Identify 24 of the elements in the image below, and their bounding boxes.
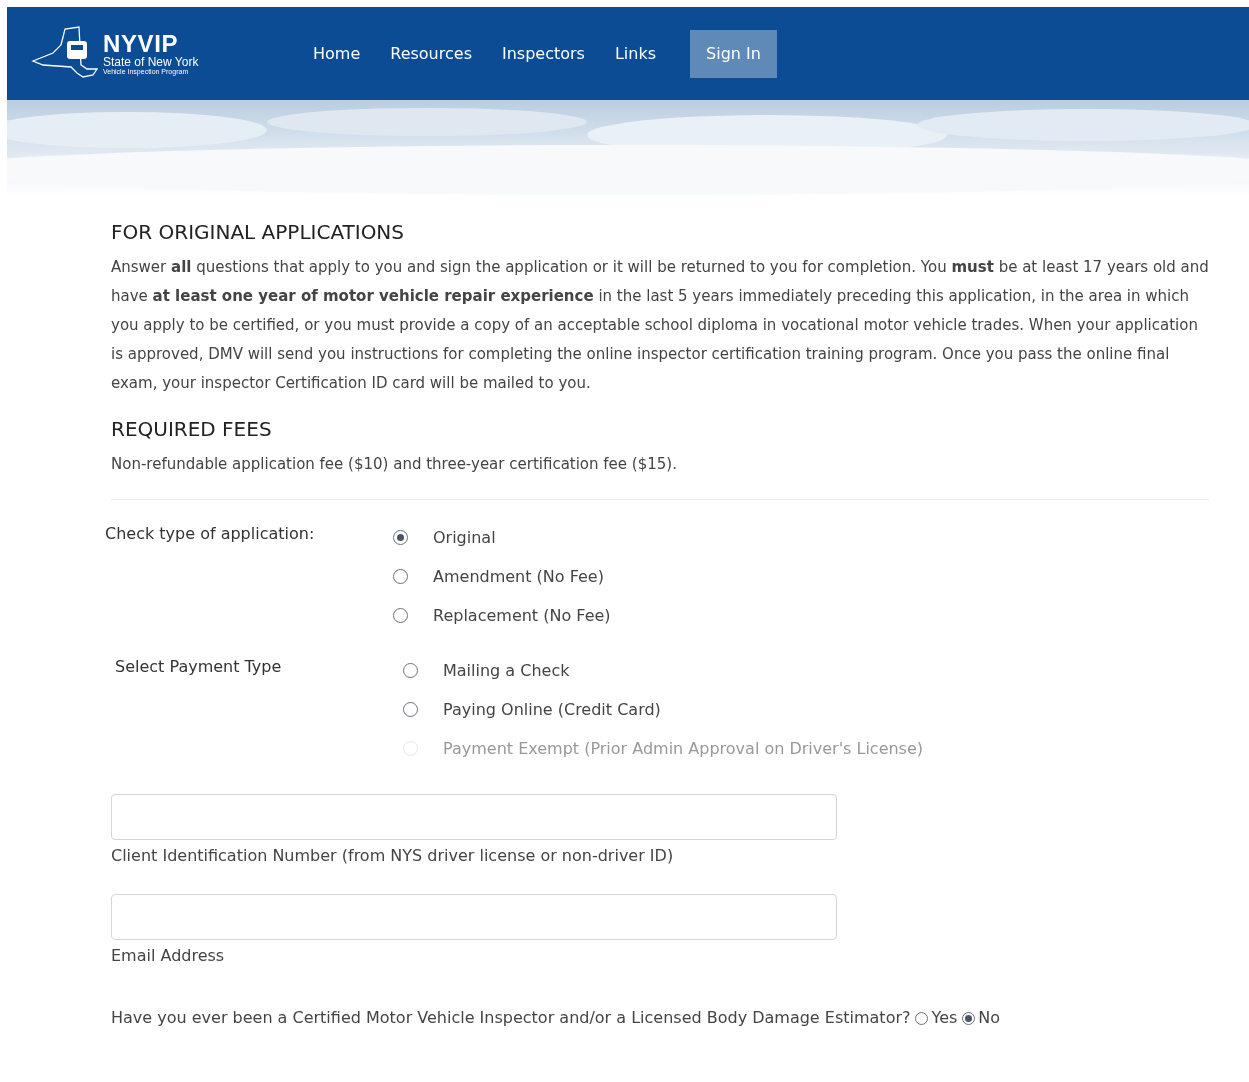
option-label: No <box>978 1007 1001 1029</box>
option-label: Yes <box>931 1007 958 1029</box>
option-label: Amendment (No Fee) <box>433 565 604 588</box>
nav-link[interactable]: Home <box>301 29 373 78</box>
nav-link[interactable]: Links <box>602 29 669 78</box>
section-text: Answer all questions that apply to you and sign the application or it will be returned to you for completion. You must be at least 17 years old and have at least one year of motor vehicle repair experience in the last 5 years immediately preceding this application, in the area in which you apply to be certified, or you must provide a copy of an acceptable school diploma in vocational motor vehicle trades. When your application is approved, DMV will send you instructions for completing the online inspector certification training program. Once you pass the online final exam, your inspector Certification ID card will be mailed to you. <box>111 257 1209 394</box>
field-label: Email Address <box>111 945 226 967</box>
section-heading: FOR ORIGINAL APPLICATIONS <box>111 219 406 246</box>
field-label: Client Identification Number (from NYS driver license or non-driver ID) <box>111 845 675 867</box>
option-label: Mailing a Check <box>443 659 570 682</box>
section-heading: REQUIRED FEES <box>111 416 273 443</box>
logo-subtitle: State of New York <box>103 56 199 68</box>
nav-link[interactable]: Resources <box>378 29 484 78</box>
nav-link[interactable]: Sign In <box>690 29 777 78</box>
group-label: Check type of application: <box>105 523 316 545</box>
question-text: Have you ever been a Certified Motor Vehicle Inspector and/or a Licensed Body Damage Estimator? <box>111 1007 911 1029</box>
option-label: Paying Online (Credit Card) <box>443 698 661 721</box>
section-text: Non-refundable application fee ($10) and three-year certification fee ($15). <box>111 454 678 475</box>
option-label: Replacement (No Fee) <box>433 604 611 627</box>
option-label: Original <box>433 526 496 549</box>
group-label: Select Payment Type <box>115 656 283 678</box>
option-label: Payment Exempt (Prior Admin Approval on Driver's License) <box>443 737 924 760</box>
nav-link[interactable]: Inspectors <box>489 29 597 78</box>
logo-title: NYVIP <box>103 32 180 56</box>
